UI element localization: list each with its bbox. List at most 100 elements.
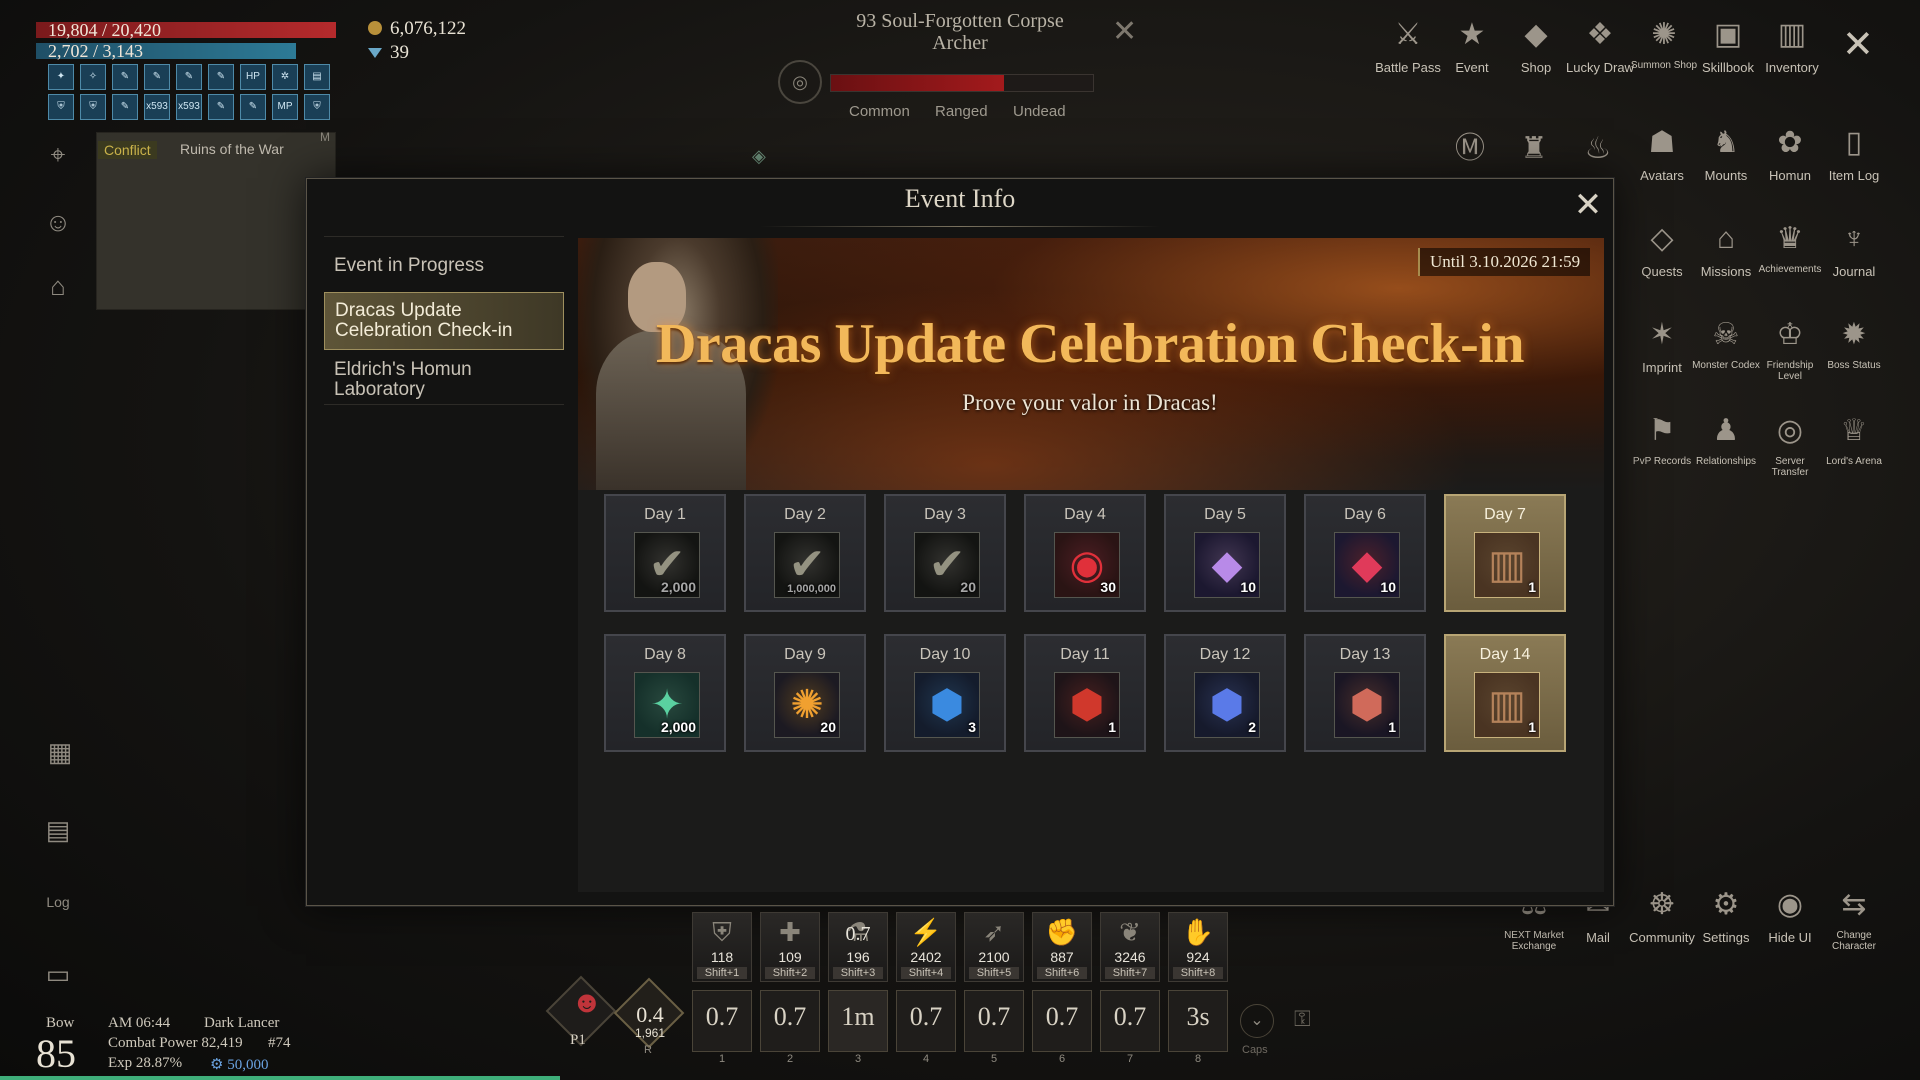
reward-slot[interactable]: ✺ 20	[774, 672, 840, 738]
menu-avatars[interactable]: ☗ Avatars	[1628, 122, 1696, 183]
checkin-day-14[interactable]: Day 14 ▥ 1	[1444, 634, 1566, 752]
skill-slot-7[interactable]: 0.7 7	[1100, 990, 1160, 1065]
buff-icon[interactable]: x593	[144, 94, 170, 120]
sidebar-item-homun-laboratory[interactable]: Eldrich's Homun Laboratory	[324, 356, 564, 404]
map-pin-icon[interactable]: ⌖	[40, 136, 76, 172]
skill-slot-4[interactable]: 0.7 4	[896, 990, 956, 1065]
menu-journal[interactable]: ♆ Journal	[1820, 218, 1888, 279]
chat-icon[interactable]: ▭	[40, 956, 76, 992]
target-portrait[interactable]: ◎	[778, 60, 822, 104]
checkin-day-11[interactable]: Day 11 ⬢ 1	[1024, 634, 1146, 752]
reward-slot[interactable]: ✦ 2,000	[634, 672, 700, 738]
menu-change-character[interactable]: ⇆ Change Character	[1820, 884, 1888, 952]
minimap-toggle[interactable]: M	[320, 130, 330, 144]
menu-quests[interactable]: ◇ Quests	[1628, 218, 1696, 279]
buff-icon[interactable]: HP	[240, 64, 266, 90]
reward-slot[interactable]: ⬢ 2	[1194, 672, 1260, 738]
checkin-day-4[interactable]: Day 4 ◉ 30	[1024, 494, 1146, 612]
reward-slot[interactable]: ⬢ 1	[1054, 672, 1120, 738]
consumable-slot-8[interactable]: ✋ 924 Shift+8	[1168, 912, 1228, 982]
checkin-day-1[interactable]: Day 1 ✔ 2,000	[604, 494, 726, 612]
consumable-slot-4[interactable]: ⚡ 2402 Shift+4	[896, 912, 956, 982]
reward-slot[interactable]: ✔ 2,000	[634, 532, 700, 598]
menu-pvp-records[interactable]: ⚑ PvP Records	[1628, 410, 1696, 467]
buff-icon[interactable]: ⛨	[304, 94, 330, 120]
consumable-slot-5[interactable]: ➶ 2100 Shift+5	[964, 912, 1024, 982]
menu-shop[interactable]: ◆ Shop	[1502, 14, 1570, 75]
reward-slot[interactable]: ◆ 10	[1194, 532, 1260, 598]
menu-server-transfer[interactable]: ◎ Server Transfer	[1756, 410, 1824, 478]
skill-slot-5[interactable]: 0.7 5	[964, 990, 1024, 1065]
reward-slot[interactable]: ⬢ 3	[914, 672, 980, 738]
reward-slot[interactable]: ▥ 1	[1474, 672, 1540, 738]
buff-icon[interactable]: ✎	[240, 94, 266, 120]
grid-menu-icon[interactable]: ▦	[42, 734, 78, 770]
consumable-slot-2[interactable]: ✚ 109 Shift+2	[760, 912, 820, 982]
menu-hide-ui[interactable]: ◉ Hide UI	[1756, 884, 1824, 945]
buff-icon[interactable]: ✲	[272, 64, 298, 90]
checkin-day-13[interactable]: Day 13 ⬢ 1	[1304, 634, 1426, 752]
menu-skillbook[interactable]: ▣ Skillbook	[1694, 14, 1762, 75]
skill-slot-6[interactable]: 0.7 6	[1032, 990, 1092, 1065]
buff-icon[interactable]: ✎	[208, 94, 234, 120]
menu-mounts[interactable]: ♞ Mounts	[1692, 122, 1760, 183]
menu-quick-3[interactable]: ♨	[1564, 128, 1632, 174]
skill-slot-1[interactable]: 0.7 1	[692, 990, 752, 1065]
menu-homun[interactable]: ✿ Homun	[1756, 122, 1824, 183]
menu-item-log[interactable]: ▯ Item Log	[1820, 122, 1888, 183]
reward-slot[interactable]: ▥ 1	[1474, 532, 1540, 598]
buff-icon[interactable]: MP	[272, 94, 298, 120]
menu-community[interactable]: ☸ Community	[1628, 884, 1696, 945]
menu-quick-2[interactable]: ♜	[1500, 128, 1568, 174]
checkin-day-8[interactable]: Day 8 ✦ 2,000	[604, 634, 726, 752]
checkin-day-12[interactable]: Day 12 ⬢ 2	[1164, 634, 1286, 752]
checkin-day-6[interactable]: Day 6 ◆ 10	[1304, 494, 1426, 612]
checkin-day-10[interactable]: Day 10 ⬢ 3	[884, 634, 1006, 752]
buff-icon[interactable]: ✎	[112, 64, 138, 90]
reward-slot[interactable]: ✔ 1,000,000	[774, 532, 840, 598]
consumable-slot-3[interactable]: ⚗ 0.7 196 Shift+3	[828, 912, 888, 982]
buff-icon[interactable]: ✎	[208, 64, 234, 90]
menu-battle-pass[interactable]: ⚔ Battle Pass	[1374, 14, 1442, 75]
reward-slot[interactable]: ◆ 10	[1334, 532, 1400, 598]
menu-boss-status[interactable]: ✹ Boss Status	[1820, 314, 1888, 371]
menu-lucky-draw[interactable]: ❖ Lucky Draw	[1566, 14, 1634, 75]
buff-icon[interactable]: ✎	[144, 64, 170, 90]
lock-icon[interactable]: ⚿	[1294, 1006, 1311, 1032]
menu-event[interactable]: ★ Event	[1438, 14, 1506, 75]
buff-icon[interactable]: ✎	[176, 64, 202, 90]
log-icon[interactable]: Log	[40, 884, 76, 920]
buff-icon[interactable]: ⛨	[80, 94, 106, 120]
caps-toggle-chevron-icon[interactable]: ⌄	[1240, 1004, 1274, 1038]
menu-missions[interactable]: ⌂ Missions	[1692, 218, 1760, 279]
menu-monster-codex[interactable]: ☠ Monster Codex	[1692, 314, 1760, 371]
reward-slot[interactable]: ⬢ 1	[1334, 672, 1400, 738]
buff-icon[interactable]: ✦	[48, 64, 74, 90]
close-menu-icon[interactable]: ✕	[1842, 22, 1874, 67]
consumable-slot-1[interactable]: ⛨ 118 Shift+1	[692, 912, 752, 982]
buff-icon[interactable]: ✎	[112, 94, 138, 120]
consumable-slot-7[interactable]: ❦ 3246 Shift+7	[1100, 912, 1160, 982]
menu-achievements[interactable]: ♛ Achievements	[1756, 218, 1824, 275]
menu-summon-shop[interactable]: ✺ Summon Shop	[1630, 14, 1698, 71]
target-close-icon[interactable]: ✕	[1112, 14, 1137, 49]
checkin-day-2[interactable]: Day 2 ✔ 1,000,000	[744, 494, 866, 612]
buff-icon[interactable]: ✧	[80, 64, 106, 90]
menu-quick-1[interactable]: Ⓜ	[1436, 128, 1504, 174]
checkin-day-7[interactable]: Day 7 ▥ 1	[1444, 494, 1566, 612]
modal-close-icon[interactable]: ✕	[1572, 188, 1604, 222]
consumable-slot-6[interactable]: ✊ 887 Shift+6	[1032, 912, 1092, 982]
add-friend-icon[interactable]: ☺	[40, 204, 76, 240]
menu-settings[interactable]: ⚙ Settings	[1692, 884, 1760, 945]
home-icon[interactable]: ⌂	[40, 268, 76, 304]
skill-slot-3[interactable]: 1m 3	[828, 990, 888, 1065]
menu-lord-s-arena[interactable]: ♕ Lord's Arena	[1820, 410, 1888, 467]
reward-slot[interactable]: ✔ 20	[914, 532, 980, 598]
checkin-day-5[interactable]: Day 5 ◆ 10	[1164, 494, 1286, 612]
checkin-day-3[interactable]: Day 3 ✔ 20	[884, 494, 1006, 612]
skill-slot-8[interactable]: 3s 8	[1168, 990, 1228, 1065]
sidebar-item-dracas-checkin[interactable]: Dracas Update Celebration Check-in	[324, 292, 564, 350]
book-icon[interactable]: ▤	[40, 812, 76, 848]
buff-icon[interactable]: x593	[176, 94, 202, 120]
buff-icon[interactable]: ⛨	[48, 94, 74, 120]
